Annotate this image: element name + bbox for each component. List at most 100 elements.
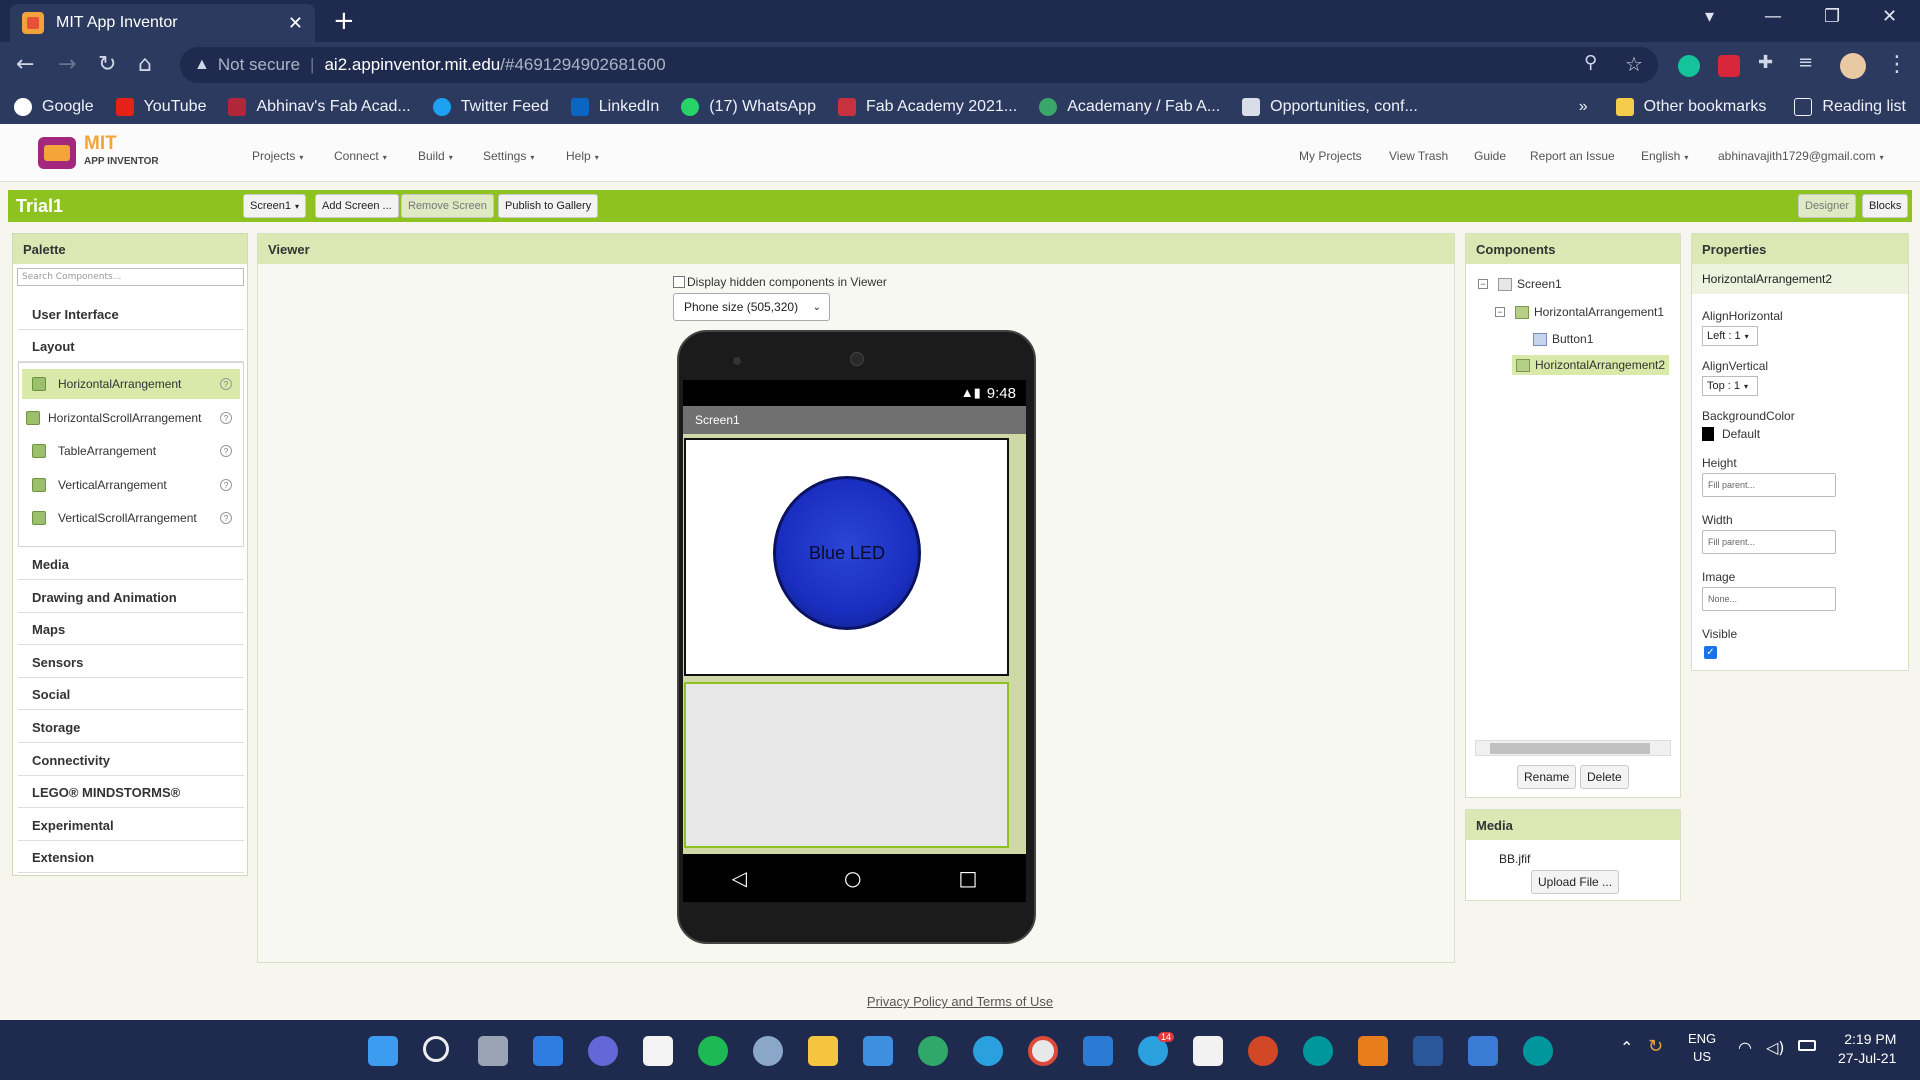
palette-item-horizontal-arrangement[interactable]: HorizontalArrangement? — [22, 369, 240, 399]
other-bookmarks[interactable]: Other bookmarks — [1615, 98, 1766, 116]
category-social[interactable]: Social — [18, 680, 244, 710]
category-storage[interactable]: Storage — [18, 713, 244, 743]
search-icon[interactable] — [423, 1036, 449, 1062]
reload-icon[interactable]: ↻ — [98, 52, 116, 77]
bookmark-fab-academy[interactable]: Abhinav's Fab Acad... — [228, 98, 411, 116]
close-tab-icon[interactable]: ✕ — [288, 13, 303, 34]
help-icon[interactable]: ? — [220, 412, 232, 424]
close-window-icon[interactable]: ✕ — [1882, 6, 1897, 27]
forward-icon[interactable]: → — [58, 52, 76, 77]
address-bar[interactable]: ▲ Not secure | ai2.appinventor.mit.edu/#… — [180, 47, 1658, 83]
bookmark-google[interactable]: Google — [14, 98, 94, 116]
publish-gallery-button[interactable]: Publish to Gallery — [498, 194, 599, 218]
telegram-icon[interactable] — [973, 1036, 1003, 1066]
word-icon[interactable] — [1413, 1036, 1443, 1066]
tray-overflow-icon[interactable]: ⌃ — [1620, 1038, 1633, 1057]
align-vertical-select[interactable]: Top : 1 ▾ — [1702, 376, 1758, 396]
media-file[interactable]: BB.jfif — [1499, 852, 1530, 866]
wifi-icon[interactable]: ◠ — [1738, 1038, 1752, 1057]
account-menu[interactable]: abhinavajith1729@gmail.com ▾ — [1718, 149, 1884, 163]
category-maps[interactable]: Maps — [18, 615, 244, 645]
mit-app-inventor-logo[interactable]: MIT APP INVENTOR — [38, 133, 168, 173]
tree-node-screen1[interactable]: − Screen1 — [1478, 277, 1562, 291]
height-input[interactable]: Fill parent... — [1702, 473, 1836, 497]
menu-help[interactable]: Help ▾ — [566, 149, 599, 163]
reading-list[interactable]: Reading list — [1794, 98, 1906, 116]
tree-node-horizontal-arrangement1[interactable]: − HorizontalArrangement1 — [1495, 305, 1664, 319]
delete-button[interactable]: Delete — [1580, 765, 1629, 789]
profile-avatar[interactable] — [1840, 53, 1866, 79]
scrollbar-thumb[interactable] — [1490, 743, 1650, 754]
chrome-icon[interactable] — [1028, 1036, 1058, 1066]
link-my-projects[interactable]: My Projects — [1299, 149, 1362, 163]
image-input[interactable]: None... — [1702, 587, 1836, 611]
remove-screen-button[interactable]: Remove Screen — [401, 194, 494, 218]
category-extension[interactable]: Extension — [18, 843, 244, 873]
tree-node-button1[interactable]: Button1 — [1533, 332, 1593, 346]
designer-button[interactable]: Designer — [1798, 194, 1857, 218]
palette-item-horizontal-scroll-arrangement[interactable]: HorizontalScrollArrangement? — [22, 403, 240, 433]
category-layout[interactable]: Layout — [18, 332, 244, 362]
menu-connect[interactable]: Connect ▾ — [334, 149, 387, 163]
task-view-icon[interactable] — [478, 1036, 508, 1066]
category-media[interactable]: Media — [18, 550, 244, 580]
display-hidden-toggle[interactable]: Display hidden components in Viewer — [673, 275, 887, 289]
tab-search-icon[interactable]: ▾ — [1705, 6, 1714, 27]
browser-tab[interactable]: MIT App Inventor ✕ — [10, 4, 315, 42]
arduino-icon[interactable] — [1303, 1036, 1333, 1066]
extensions-icon[interactable]: ✚ — [1758, 52, 1773, 73]
blocks-button[interactable]: Blocks — [1862, 194, 1909, 218]
zoom-icon[interactable]: ⚲ — [1584, 52, 1597, 73]
back-icon[interactable]: ← — [16, 52, 34, 77]
battery-icon[interactable] — [1798, 1040, 1816, 1051]
link-view-trash[interactable]: View Trash — [1389, 149, 1448, 163]
components-scrollbar[interactable] — [1475, 740, 1671, 756]
align-horizontal-select[interactable]: Left : 1 ▾ — [1702, 326, 1758, 346]
blue-led-button[interactable]: Blue LED — [773, 476, 921, 630]
media-control-icon[interactable]: ≡ — [1798, 52, 1813, 73]
app-e-icon[interactable] — [1358, 1036, 1388, 1066]
visible-checkbox[interactable]: ✓ — [1704, 646, 1717, 659]
background-color-picker[interactable]: Default — [1702, 427, 1760, 441]
palette-search-input[interactable]: Search Components... — [17, 268, 244, 286]
category-connectivity[interactable]: Connectivity — [18, 746, 244, 776]
bookmark-twitter[interactable]: Twitter Feed — [432, 98, 549, 116]
language-select[interactable]: English ▾ — [1641, 149, 1688, 163]
menu-projects[interactable]: Projects ▾ — [252, 149, 303, 163]
mail-icon[interactable] — [863, 1036, 893, 1066]
rename-button[interactable]: Rename — [1517, 765, 1577, 789]
palette-item-vertical-arrangement[interactable]: VerticalArrangement? — [22, 470, 240, 500]
bookmark-opportunities[interactable]: Opportunities, conf... — [1242, 98, 1418, 116]
collapse-icon[interactable]: − — [1478, 279, 1488, 289]
palette-item-vertical-scroll-arrangement[interactable]: VerticalScrollArrangement? — [22, 503, 240, 533]
bookmark-whatsapp[interactable]: (17) WhatsApp — [681, 98, 816, 116]
widgets-icon[interactable] — [533, 1036, 563, 1066]
file-explorer-icon[interactable] — [808, 1036, 838, 1066]
powerpoint-icon[interactable] — [1248, 1036, 1278, 1066]
bookmark-star-icon[interactable]: ☆ — [1625, 52, 1643, 76]
clock[interactable]: 2:19 PM 27-Jul-21 — [1838, 1030, 1896, 1068]
add-screen-button[interactable]: Add Screen ... — [315, 194, 399, 218]
collapse-icon[interactable]: − — [1495, 307, 1505, 317]
checkbox[interactable] — [673, 276, 685, 288]
restore-icon[interactable]: ❐ — [1824, 6, 1840, 27]
home-icon[interactable]: ⌂ — [138, 52, 152, 77]
language-indicator[interactable]: ENG US — [1688, 1030, 1716, 1066]
help-icon[interactable]: ? — [220, 512, 232, 524]
help-icon[interactable]: ? — [220, 479, 232, 491]
category-sensors[interactable]: Sensors — [18, 648, 244, 678]
bookmarks-overflow[interactable]: » — [1579, 98, 1588, 116]
update-icon[interactable]: ↻ — [1648, 1036, 1663, 1057]
tree-node-horizontal-arrangement2[interactable]: HorizontalArrangement2 — [1512, 355, 1670, 375]
extension-red-icon[interactable] — [1718, 55, 1740, 77]
privacy-link[interactable]: Privacy Policy and Terms of Use — [0, 994, 1920, 1009]
edge-icon[interactable] — [918, 1036, 948, 1066]
link-report-issue[interactable]: Report an Issue — [1530, 149, 1615, 163]
notepad-icon[interactable] — [1193, 1036, 1223, 1066]
grammarly-icon[interactable] — [1678, 55, 1700, 77]
category-experimental[interactable]: Experimental — [18, 811, 244, 841]
teams-chat-icon[interactable] — [588, 1036, 618, 1066]
help-icon[interactable]: ? — [220, 378, 232, 390]
help-icon[interactable]: ? — [220, 445, 232, 457]
menu-settings[interactable]: Settings ▾ — [483, 149, 534, 163]
